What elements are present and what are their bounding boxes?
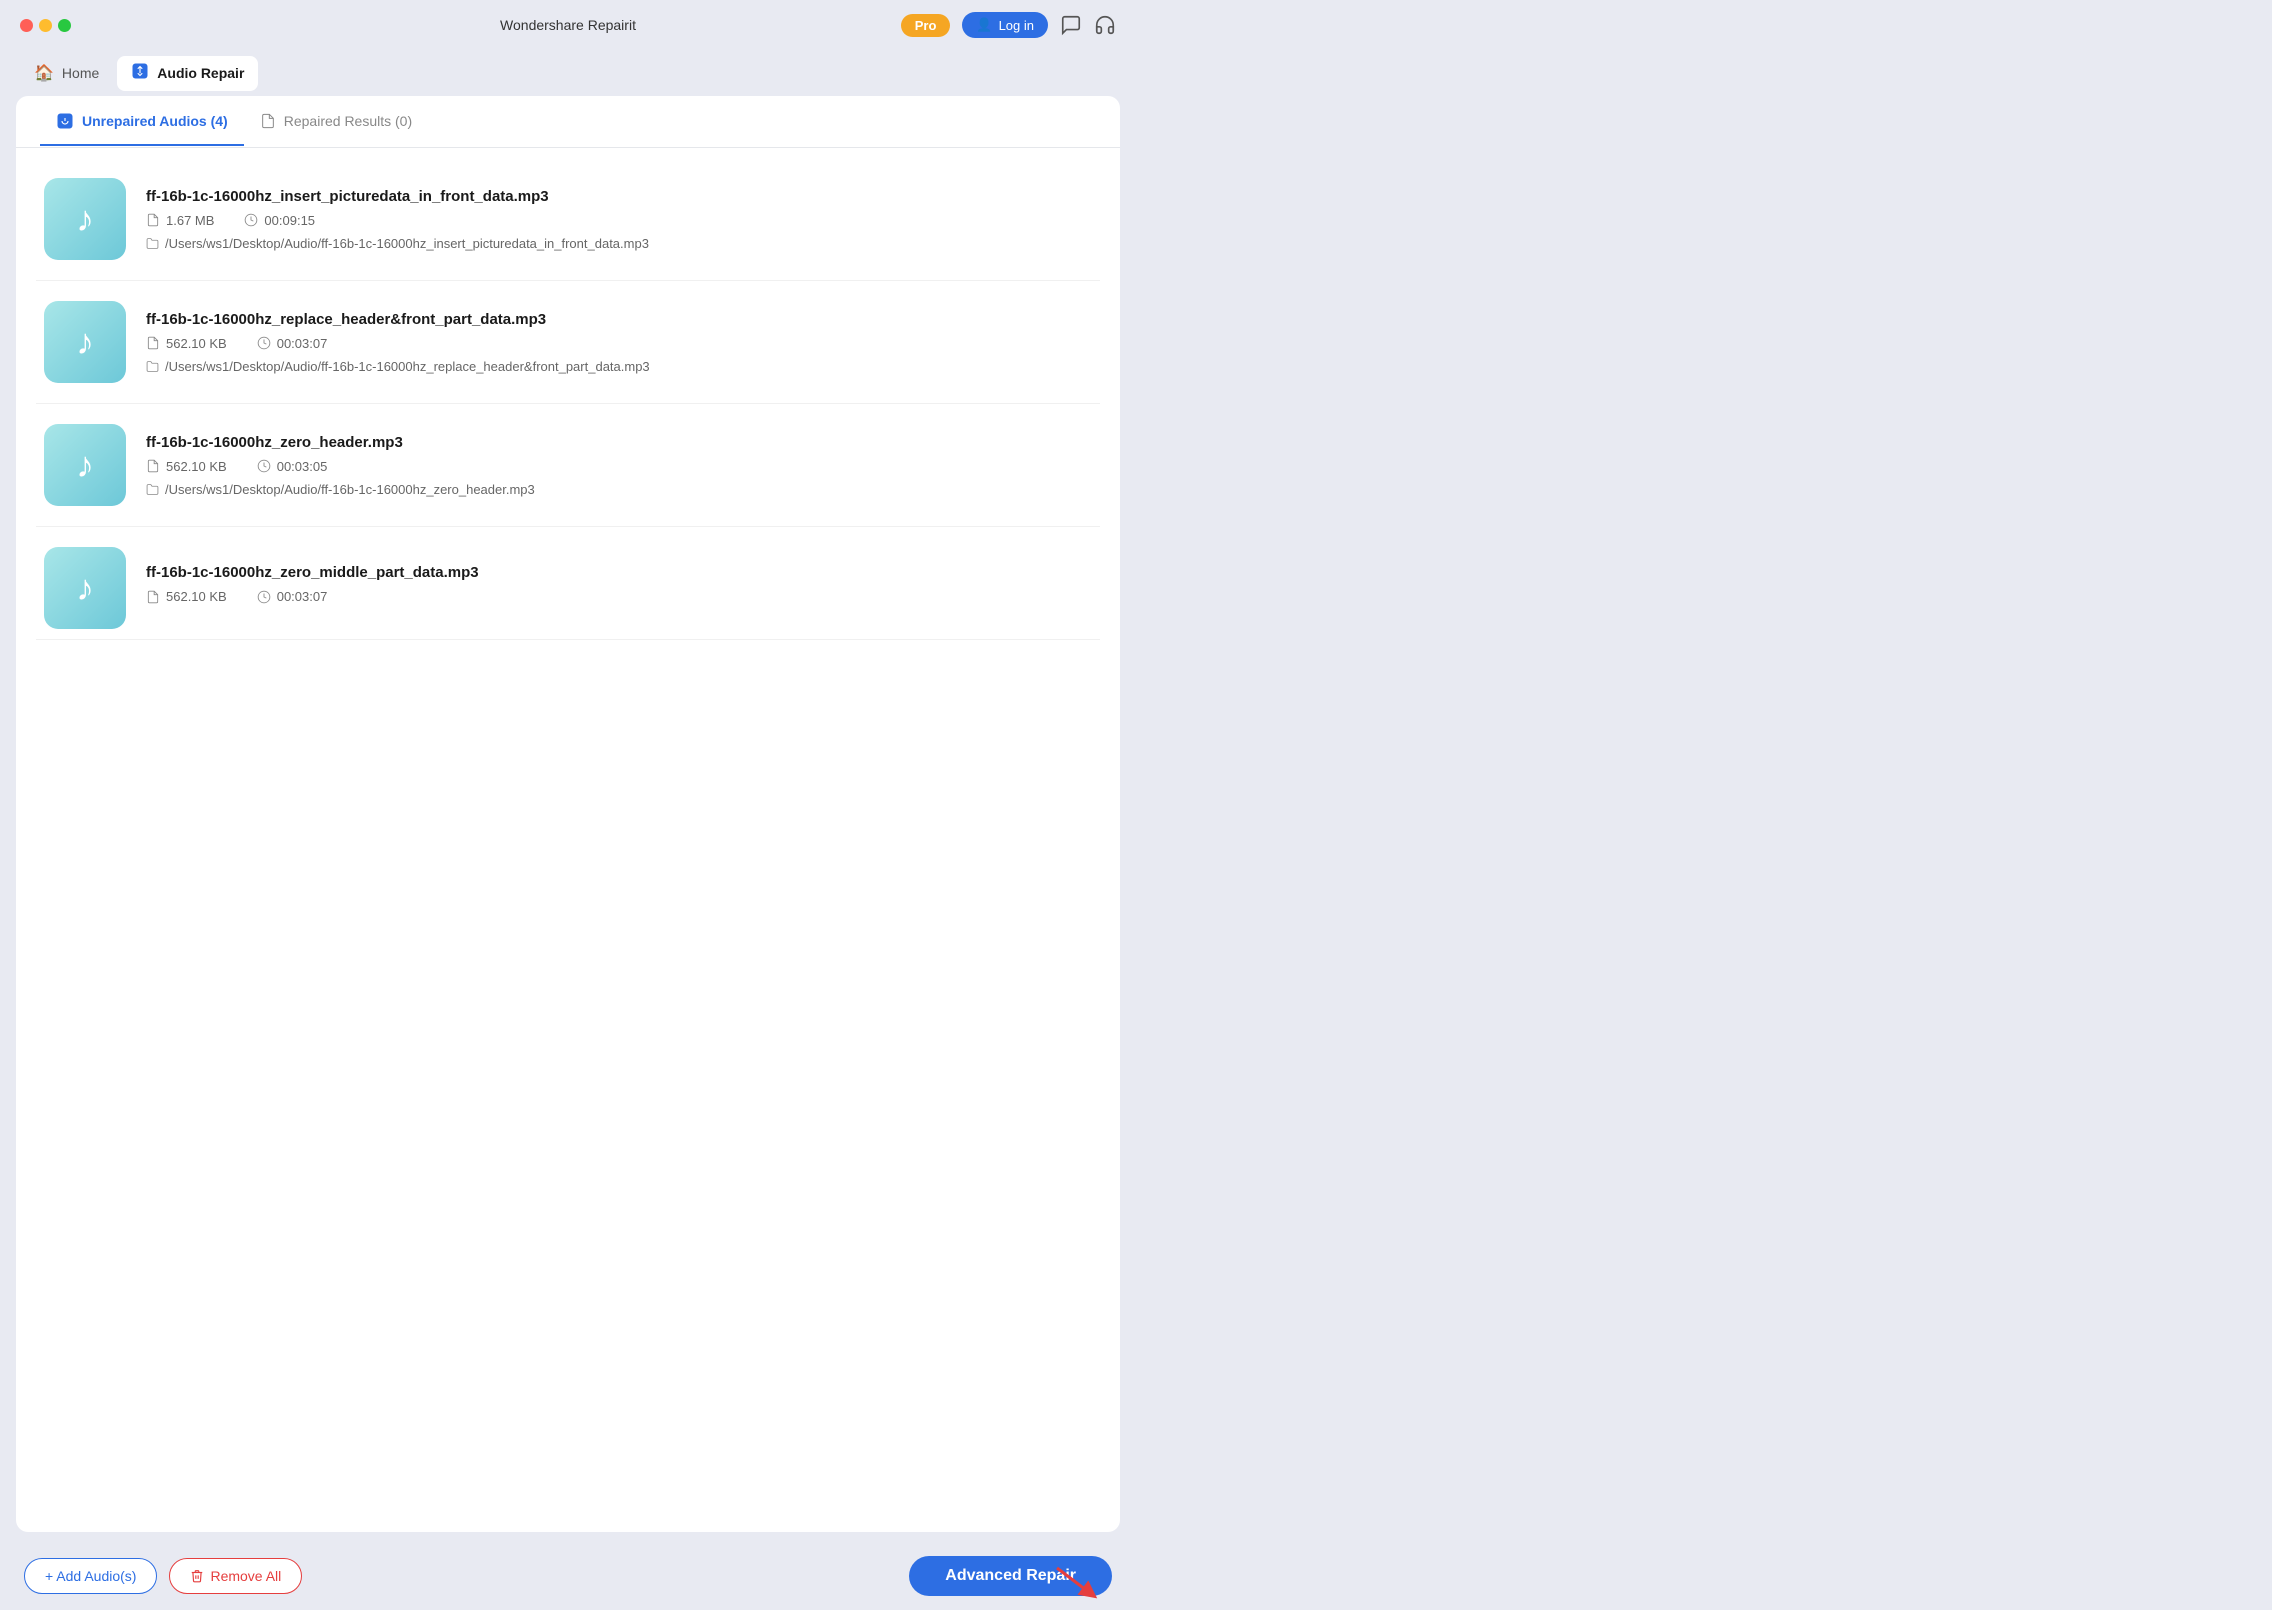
- login-button[interactable]: 👤 Log in: [962, 12, 1048, 38]
- maximize-button[interactable]: [58, 19, 71, 32]
- clock-icon: [257, 459, 271, 473]
- file-thumbnail: ♪: [44, 424, 126, 506]
- file-size: 562.10 KB: [166, 336, 227, 351]
- remove-all-button[interactable]: Remove All: [169, 1558, 302, 1594]
- bottom-bar: + Add Audio(s) Remove All Advanced Repai…: [0, 1542, 1136, 1610]
- file-duration: 00:03:07: [277, 589, 328, 604]
- file-duration: 00:09:15: [264, 213, 315, 228]
- folder-icon: [146, 237, 159, 250]
- music-note-icon: ♪: [76, 567, 94, 609]
- file-path-text: /Users/ws1/Desktop/Audio/ff-16b-1c-16000…: [165, 359, 650, 374]
- file-size-item: 562.10 KB: [146, 589, 227, 604]
- file-size-icon: [146, 336, 160, 350]
- music-note-icon: ♪: [76, 321, 94, 363]
- list-item: ♪ ff-16b-1c-16000hz_zero_middle_part_dat…: [36, 527, 1100, 640]
- file-size-item: 562.10 KB: [146, 459, 227, 474]
- advanced-repair-container: Advanced Repair: [909, 1556, 1112, 1596]
- unrepaired-icon: [56, 112, 74, 130]
- arrow-indicator: [1052, 1563, 1102, 1604]
- clock-icon: [244, 213, 258, 227]
- list-item: ♪ ff-16b-1c-16000hz_zero_header.mp3 562.…: [36, 404, 1100, 527]
- file-details: ff-16b-1c-16000hz_insert_picturedata_in_…: [146, 188, 1092, 251]
- file-duration: 00:03:07: [277, 336, 328, 351]
- audio-repair-icon: [131, 62, 149, 85]
- file-size: 1.67 MB: [166, 213, 214, 228]
- file-meta: 562.10 KB 00:03:07: [146, 336, 1092, 351]
- file-details: ff-16b-1c-16000hz_replace_header&front_p…: [146, 311, 1092, 374]
- arrow-icon: [1052, 1563, 1102, 1599]
- file-thumbnail: ♪: [44, 301, 126, 383]
- user-icon: 👤: [976, 17, 992, 33]
- file-meta: 562.10 KB 00:03:07: [146, 589, 1092, 604]
- file-path-text: /Users/ws1/Desktop/Audio/ff-16b-1c-16000…: [165, 482, 535, 497]
- tabs: Unrepaired Audios (4) Repaired Results (…: [16, 96, 1120, 148]
- music-note-icon: ♪: [76, 444, 94, 486]
- file-duration-item: 00:09:15: [244, 213, 315, 228]
- tab-repaired[interactable]: Repaired Results (0): [244, 99, 428, 145]
- list-item: ♪ ff-16b-1c-16000hz_insert_picturedata_i…: [36, 158, 1100, 281]
- sidebar-item-audio-repair[interactable]: Audio Repair: [117, 56, 258, 91]
- file-name: ff-16b-1c-16000hz_insert_picturedata_in_…: [146, 188, 1092, 205]
- file-name: ff-16b-1c-16000hz_zero_middle_part_data.…: [146, 564, 1092, 581]
- main-content: Unrepaired Audios (4) Repaired Results (…: [16, 96, 1120, 1532]
- file-path: /Users/ws1/Desktop/Audio/ff-16b-1c-16000…: [146, 482, 1092, 497]
- music-note-icon: ♪: [76, 198, 94, 240]
- nav-bar: 🏠 Home Audio Repair: [0, 50, 1136, 96]
- clock-icon: [257, 590, 271, 604]
- file-duration-item: 00:03:07: [257, 336, 328, 351]
- file-size: 562.10 KB: [166, 459, 227, 474]
- audio-repair-label: Audio Repair: [157, 65, 244, 81]
- trash-icon: [190, 1569, 204, 1583]
- minimize-button[interactable]: [39, 19, 52, 32]
- file-name: ff-16b-1c-16000hz_replace_header&front_p…: [146, 311, 1092, 328]
- repaired-label: Repaired Results (0): [284, 113, 412, 129]
- home-icon: 🏠: [34, 63, 54, 83]
- file-meta: 562.10 KB 00:03:05: [146, 459, 1092, 474]
- folder-icon: [146, 360, 159, 373]
- file-path-text: /Users/ws1/Desktop/Audio/ff-16b-1c-16000…: [165, 236, 649, 251]
- folder-icon: [146, 483, 159, 496]
- file-path: /Users/ws1/Desktop/Audio/ff-16b-1c-16000…: [146, 236, 1092, 251]
- file-size: 562.10 KB: [166, 589, 227, 604]
- repaired-icon: [260, 113, 276, 129]
- sidebar-item-home[interactable]: 🏠 Home: [20, 57, 113, 89]
- bottom-left-actions: + Add Audio(s) Remove All: [24, 1558, 302, 1594]
- file-size-icon: [146, 459, 160, 473]
- add-audio-button[interactable]: + Add Audio(s): [24, 1558, 157, 1594]
- file-thumbnail: ♪: [44, 547, 126, 629]
- file-list: ♪ ff-16b-1c-16000hz_insert_picturedata_i…: [16, 148, 1120, 1532]
- clock-icon: [257, 336, 271, 350]
- file-size-item: 1.67 MB: [146, 213, 214, 228]
- file-size-icon: [146, 590, 160, 604]
- file-details: ff-16b-1c-16000hz_zero_middle_part_data.…: [146, 564, 1092, 612]
- app-title: Wondershare Repairit: [500, 17, 636, 33]
- tab-unrepaired[interactable]: Unrepaired Audios (4): [40, 98, 244, 146]
- file-duration: 00:03:05: [277, 459, 328, 474]
- file-name: ff-16b-1c-16000hz_zero_header.mp3: [146, 434, 1092, 451]
- file-path: /Users/ws1/Desktop/Audio/ff-16b-1c-16000…: [146, 359, 1092, 374]
- pro-badge[interactable]: Pro: [901, 14, 951, 37]
- headphone-button[interactable]: [1094, 14, 1116, 36]
- list-item: ♪ ff-16b-1c-16000hz_replace_header&front…: [36, 281, 1100, 404]
- file-meta: 1.67 MB 00:09:15: [146, 213, 1092, 228]
- remove-all-label: Remove All: [210, 1568, 281, 1584]
- chat-button[interactable]: [1060, 14, 1082, 36]
- traffic-lights: [20, 19, 71, 32]
- unrepaired-label: Unrepaired Audios (4): [82, 113, 228, 129]
- file-size-item: 562.10 KB: [146, 336, 227, 351]
- file-duration-item: 00:03:05: [257, 459, 328, 474]
- file-size-icon: [146, 213, 160, 227]
- file-thumbnail: ♪: [44, 178, 126, 260]
- title-bar-right: Pro 👤 Log in: [901, 12, 1116, 38]
- file-duration-item: 00:03:07: [257, 589, 328, 604]
- file-details: ff-16b-1c-16000hz_zero_header.mp3 562.10…: [146, 434, 1092, 497]
- title-bar: Wondershare Repairit Pro 👤 Log in: [0, 0, 1136, 50]
- close-button[interactable]: [20, 19, 33, 32]
- window-controls: [20, 19, 71, 32]
- home-label: Home: [62, 65, 99, 81]
